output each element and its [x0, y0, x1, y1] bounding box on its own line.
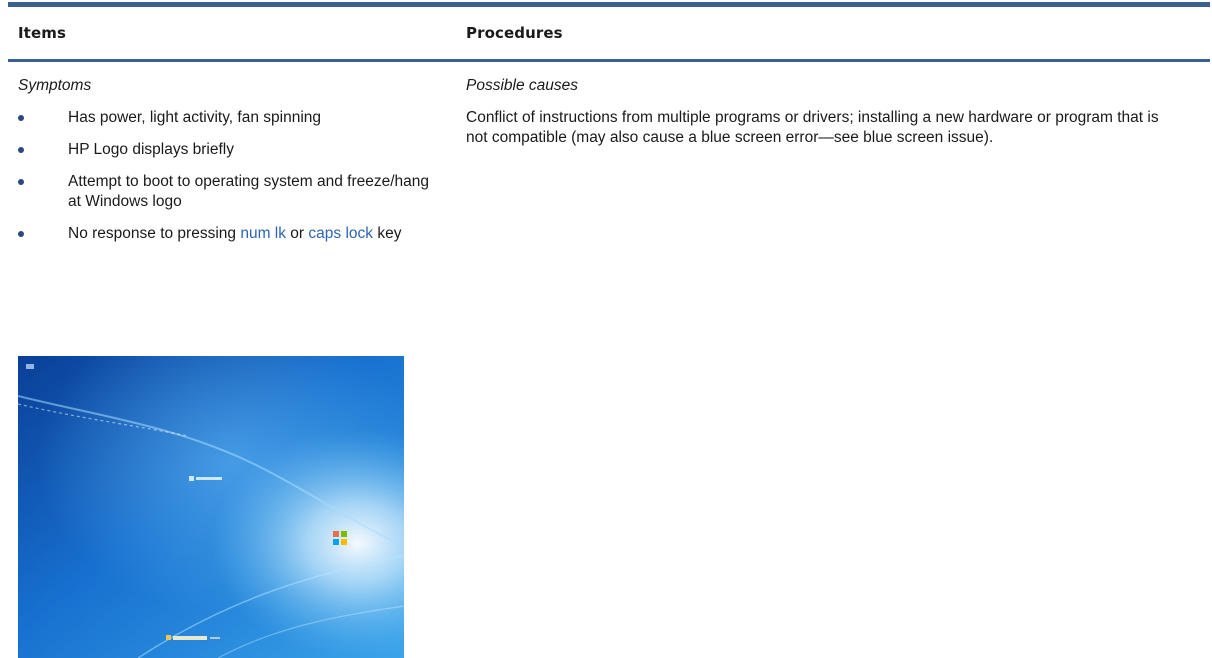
symptom-text-pre: No response to pressing	[68, 225, 241, 242]
symptom-item: Attempt to boot to operating system and …	[18, 172, 438, 212]
symptom-text: Attempt to boot to operating system and …	[68, 173, 430, 210]
table-header-row: Items Procedures	[8, 7, 1210, 59]
symptom-item: HP Logo displays briefly	[18, 140, 438, 160]
symptom-text-post: key	[373, 225, 402, 242]
symptom-text: HP Logo displays briefly	[68, 141, 234, 158]
symptom-item: No response to pressing num lk or caps l…	[18, 224, 438, 244]
symptoms-label: Symptoms	[18, 77, 92, 94]
procedures-column: Possible causes Conflict of instructions…	[466, 62, 1206, 148]
symptoms-list: Has power, light activity, fan spinning …	[18, 108, 448, 244]
cause-text: Conflict of instructions from multiple p…	[466, 109, 1159, 146]
symptom-text-mid: or	[285, 225, 309, 242]
bullet-icon	[18, 147, 24, 153]
header-items: Items	[18, 24, 66, 42]
header-procedures: Procedures	[466, 24, 563, 42]
bullet-icon	[18, 179, 24, 185]
document-page: Items Procedures Symptoms Has power, lig…	[0, 0, 1212, 658]
items-column: Symptoms Has power, light activity, fan …	[18, 62, 448, 256]
caps-lock-key-link[interactable]: caps lock	[308, 225, 373, 242]
possible-causes-label: Possible causes	[466, 77, 579, 94]
symptom-text: Has power, light activity, fan spinning	[68, 109, 322, 126]
num-lock-key-link[interactable]: num lk	[240, 225, 286, 242]
bullet-icon	[18, 115, 24, 121]
symptom-item: Has power, light activity, fan spinning	[18, 108, 438, 128]
bullet-icon	[18, 231, 24, 237]
windows-boot-screen-image	[18, 356, 404, 658]
